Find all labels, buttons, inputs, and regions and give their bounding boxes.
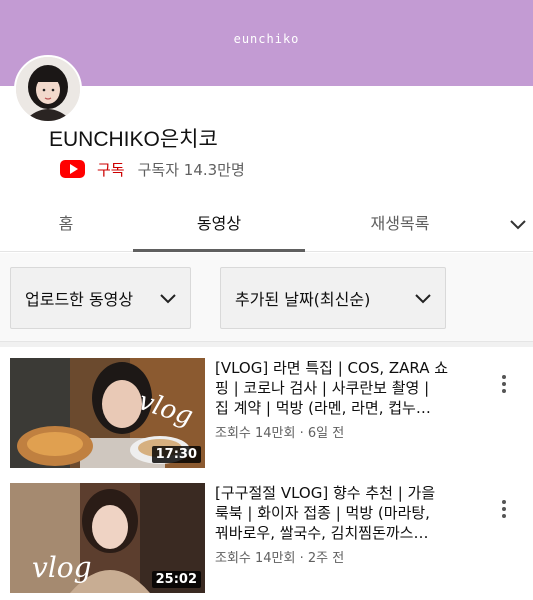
video-thumbnail[interactable]: vlog 17:30 — [10, 358, 205, 468]
subscribe-button[interactable]: 구독 — [97, 159, 125, 180]
thumbnail-overlay-text: vlog — [32, 551, 92, 584]
sort-order-dropdown[interactable]: 추가된 날짜(최신순) — [220, 267, 446, 329]
tab-playlists[interactable]: 재생목록 — [305, 200, 495, 252]
channel-banner: eunchiko — [0, 0, 533, 86]
video-views-date: 조회수 14만회 · 6일 전 — [215, 426, 345, 441]
video-title-line: [구구절절 VLOG] 향수 추천 | 가을 — [215, 484, 436, 502]
chevron-down-icon — [160, 294, 176, 304]
video-title[interactable]: [구구절절 VLOG] 향수 추천 | 가을 룩북 | 화이자 접종 | 먹방 … — [215, 483, 473, 543]
section-divider — [0, 341, 533, 347]
channel-tabs: 홈 동영상 재생목록 — [0, 200, 533, 252]
video-item[interactable]: vlog 25:02 [구구절절 VLOG] 향수 추천 | 가을 룩북 | 화… — [0, 483, 533, 593]
video-meta: [구구절절 VLOG] 향수 추천 | 가을 룩북 | 화이자 접종 | 먹방 … — [215, 483, 473, 566]
tab-videos[interactable]: 동영상 — [133, 200, 305, 252]
video-meta: [VLOG] 라면 특집 | COS, ZARA 쇼 핑 | 코로나 검사 | … — [215, 358, 473, 441]
video-title-line: 룩북 | 화이자 접종 | 먹방 (마라탕, — [215, 504, 430, 522]
video-title-line: [VLOG] 라면 특집 | COS, ZARA 쇼 — [215, 359, 449, 377]
sort-order-label: 추가된 날짜(최신순) — [235, 290, 371, 309]
video-item[interactable]: vlog 17:30 [VLOG] 라면 특집 | COS, ZARA 쇼 핑 … — [0, 358, 533, 468]
banner-logo-text: eunchiko — [233, 32, 300, 46]
video-title-line: 집 계약 | 먹방 (라멘, 라면, 컵누… — [215, 399, 431, 417]
more-vert-icon[interactable] — [494, 372, 514, 396]
video-type-dropdown[interactable]: 업로드한 동영상 — [10, 267, 191, 329]
more-vert-icon[interactable] — [494, 497, 514, 521]
video-type-label: 업로드한 동영상 — [25, 290, 134, 309]
youtube-logo-icon — [60, 160, 85, 178]
channel-name: EUNCHIKO은치코 — [49, 128, 218, 151]
video-duration: 25:02 — [151, 571, 201, 588]
subscriber-count: 구독자 14.3만명 — [137, 160, 245, 179]
chevron-down-icon — [415, 294, 431, 304]
tab-home[interactable]: 홈 — [0, 200, 132, 252]
video-views-date: 조회수 14만회 · 2주 전 — [215, 551, 345, 566]
channel-avatar[interactable] — [14, 55, 82, 123]
video-thumbnail[interactable]: vlog 25:02 — [10, 483, 205, 593]
video-title[interactable]: [VLOG] 라면 특집 | COS, ZARA 쇼 핑 | 코로나 검사 | … — [215, 358, 473, 418]
video-title-line: 꿔바로우, 쌀국수, 김치찜돈까스… — [215, 524, 429, 542]
subscribe-row: 구독 구독자 14.3만명 — [60, 157, 245, 181]
filter-bar: 업로드한 동영상 추가된 날짜(최신순) — [0, 253, 533, 341]
video-duration: 17:30 — [151, 446, 201, 463]
video-title-line: 핑 | 코로나 검사 | 사쿠란보 촬영 | — [215, 379, 430, 397]
chevron-down-icon[interactable] — [505, 212, 531, 238]
